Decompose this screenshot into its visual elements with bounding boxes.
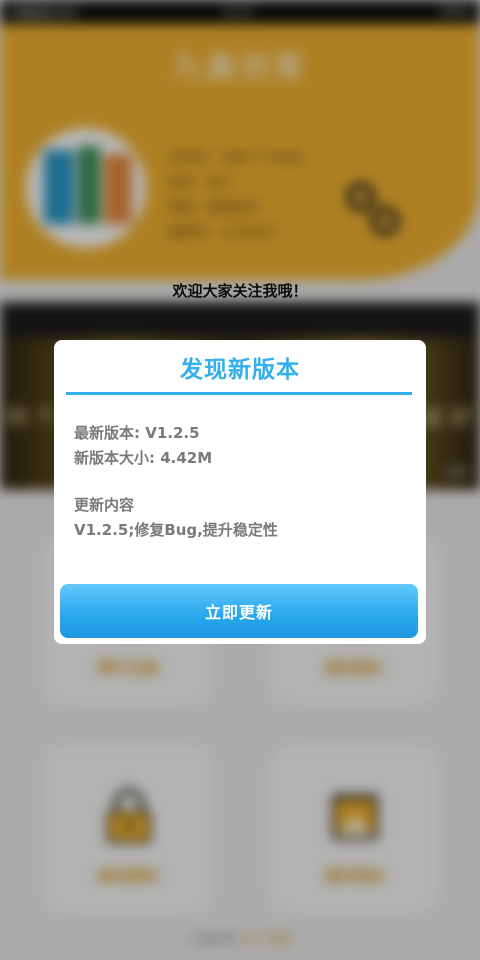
latest-version-text: 最新版本: V1.2.5 — [74, 424, 200, 442]
update-dialog: 发现新版本 最新版本: V1.2.5 新版本大小: 4.42M 更新内容 V1.… — [54, 340, 426, 644]
package-size-text: 新版本大小: 4.42M — [74, 449, 213, 467]
changelog-heading: 更新内容 — [74, 496, 135, 514]
dialog-divider — [66, 392, 412, 395]
update-now-button[interactable]: 立即更新 — [60, 584, 418, 638]
changelog-text: V1.2.5;修复Bug,提升稳定性 — [74, 521, 278, 539]
dialog-title: 发现新版本 — [180, 357, 300, 383]
screen: 中国联通 WiFi 14:27 100% 九鑫创客 手机号：188****000… — [0, 0, 480, 960]
